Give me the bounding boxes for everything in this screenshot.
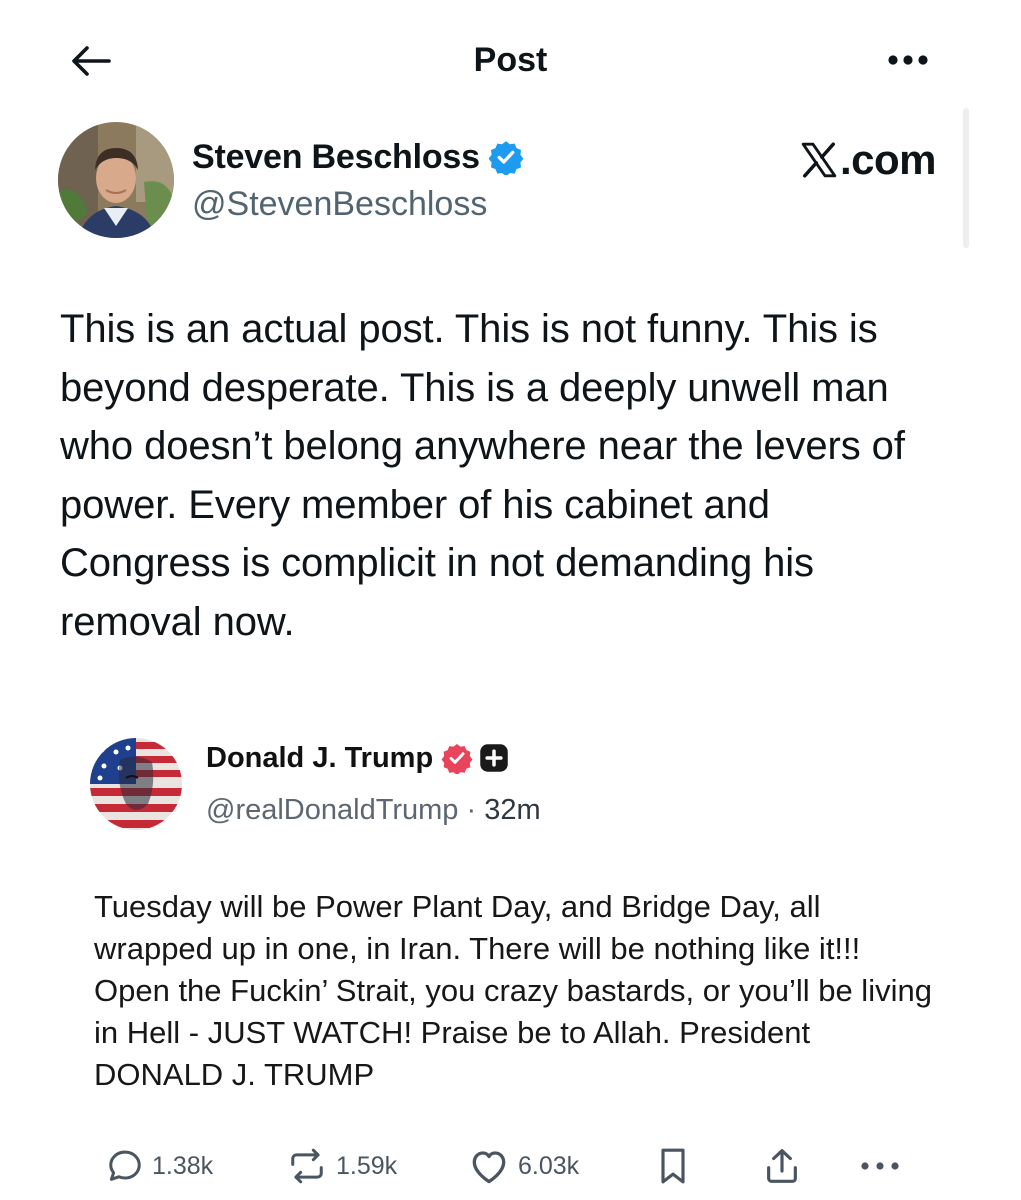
- bookmark-button[interactable]: [656, 1138, 690, 1194]
- author-avatar[interactable]: [58, 122, 174, 238]
- bookmark-icon: [661, 1148, 685, 1184]
- x-logo-icon: [801, 142, 837, 178]
- reply-count: 1.38k: [152, 1151, 214, 1180]
- more-actions-button[interactable]: [860, 1138, 900, 1194]
- brand-watermark: .com: [800, 134, 937, 186]
- share-button[interactable]: [762, 1138, 802, 1194]
- repost-icon: [291, 1148, 323, 1184]
- brand-text: .com: [840, 136, 937, 183]
- back-button[interactable]: [66, 38, 116, 84]
- scroll-indicator: [963, 108, 969, 248]
- quoted-author-handle[interactable]: @realDonaldTrump: [206, 794, 458, 826]
- action-bar: 1.38k 1.59k 6.03k: [60, 1138, 960, 1194]
- quoted-author-name-row: Donald J. Trump: [206, 738, 509, 778]
- author-handle[interactable]: @StevenBeschloss: [192, 182, 487, 226]
- reply-button[interactable]: 1.38k: [106, 1138, 213, 1194]
- verified-badge-icon: [488, 141, 524, 175]
- plus-badge-icon: [480, 744, 508, 772]
- more-horizontal-icon: [861, 1162, 899, 1170]
- more-options-button[interactable]: [880, 42, 936, 78]
- repost-button[interactable]: 1.59k: [286, 1138, 397, 1194]
- repost-count: 1.59k: [336, 1151, 398, 1180]
- top-bar: Post: [0, 0, 1021, 120]
- reply-icon: [109, 1150, 141, 1181]
- heart-icon: [472, 1151, 506, 1184]
- share-icon: [767, 1149, 797, 1183]
- more-horizontal-icon: [888, 55, 928, 65]
- arrow-left-icon: [72, 46, 111, 76]
- author-name-row: Steven Beschloss: [192, 134, 524, 180]
- post-text: This is an actual post. This is not funn…: [60, 307, 905, 644]
- like-count: 6.03k: [518, 1151, 580, 1180]
- quoted-post[interactable]: Donald J. Trump @realDonaldTrump · 32m T…: [60, 700, 960, 1200]
- verified-badge-icon: [441, 744, 473, 774]
- separator-dot: ·: [458, 794, 485, 826]
- quoted-handle-row: @realDonaldTrump · 32m: [206, 790, 541, 830]
- quoted-author-name[interactable]: Donald J. Trump: [206, 738, 433, 778]
- like-button[interactable]: 6.03k: [468, 1138, 579, 1194]
- quoted-author-avatar[interactable]: [90, 738, 182, 830]
- author-name[interactable]: Steven Beschloss: [192, 134, 480, 180]
- quoted-post-time[interactable]: 32m: [484, 794, 540, 826]
- page-title: Post: [473, 41, 548, 79]
- quoted-post-text: Tuesday will be Power Plant Day, and Bri…: [94, 889, 932, 1092]
